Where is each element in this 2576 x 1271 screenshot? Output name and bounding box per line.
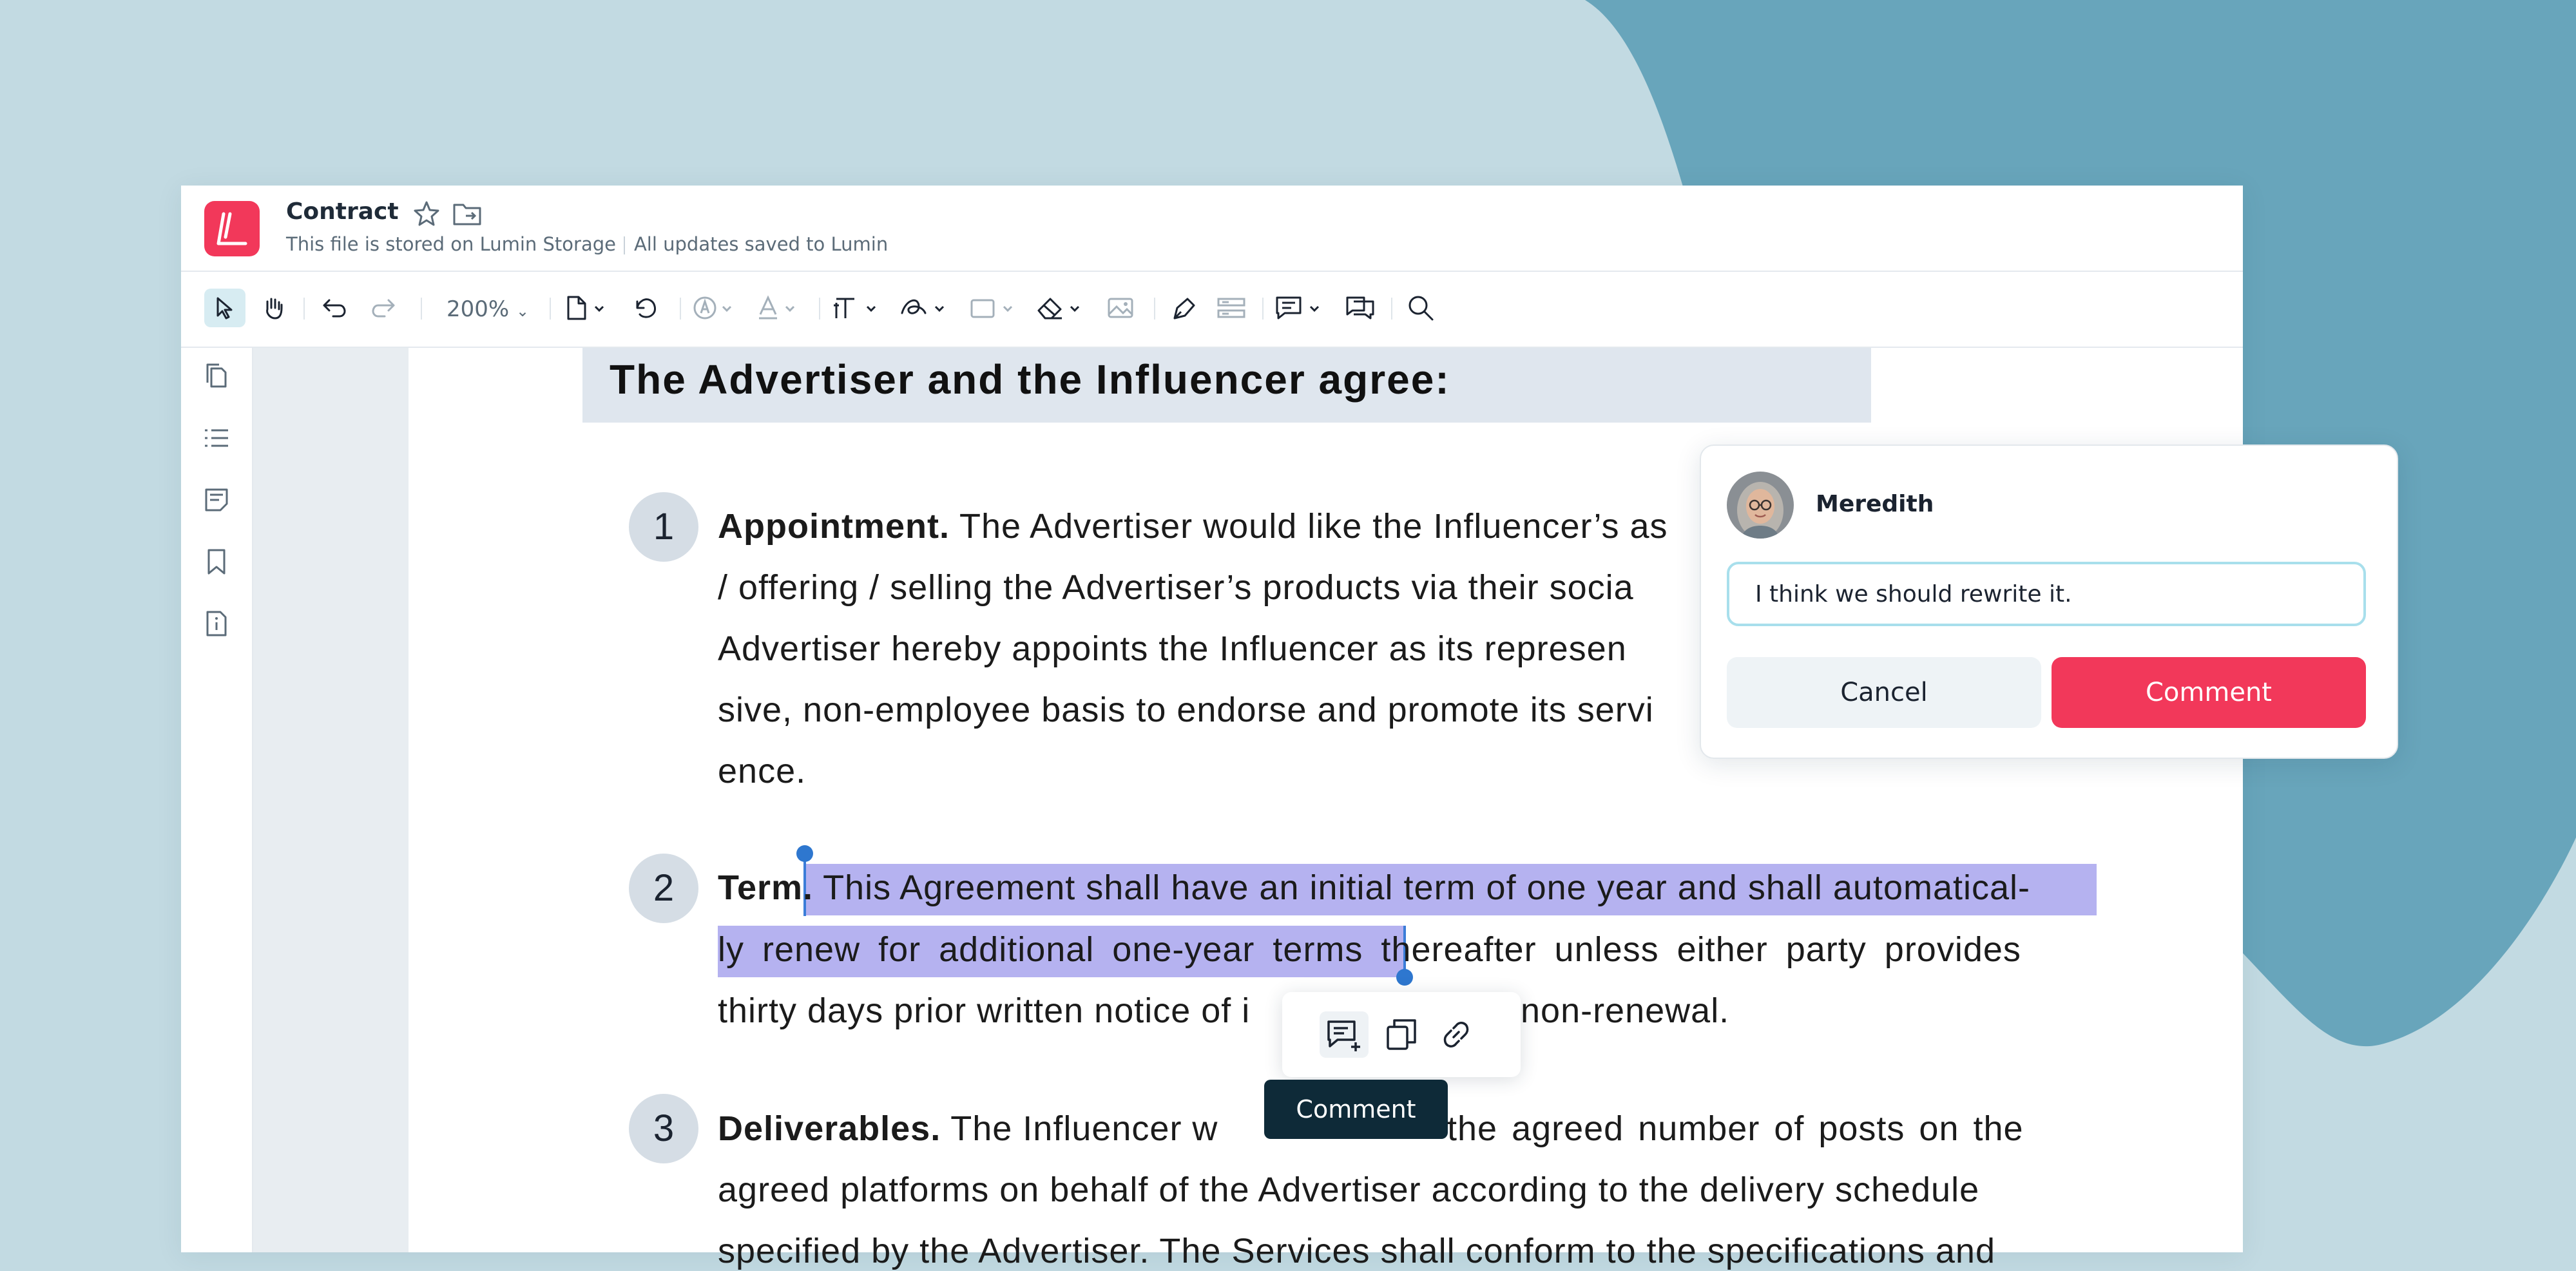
select-tool-icon[interactable] bbox=[204, 289, 245, 327]
clause-line: ly renew for additional one-year terms t… bbox=[718, 930, 2021, 969]
toolbar-divider bbox=[680, 298, 681, 320]
pages-icon[interactable] bbox=[202, 362, 231, 393]
left-sidebar bbox=[181, 348, 253, 1252]
toolbar-divider bbox=[1154, 298, 1155, 320]
star-icon[interactable] bbox=[411, 198, 442, 232]
clause-line: sive, non-employee basis to endorse and … bbox=[718, 691, 1654, 729]
shape-icon[interactable] bbox=[966, 289, 1028, 327]
clause-line: Term. This Agreement shall have an initi… bbox=[718, 868, 2030, 908]
user-avatar bbox=[1727, 472, 1794, 539]
comment-input[interactable] bbox=[1727, 562, 2366, 626]
rotate-icon[interactable] bbox=[626, 289, 664, 327]
undo-icon[interactable] bbox=[316, 289, 352, 327]
clause-line: agreed platforms on behalf of the Advert… bbox=[718, 1171, 1980, 1209]
text-tool-icon[interactable] bbox=[829, 289, 891, 327]
toolbar-divider bbox=[819, 298, 820, 320]
zoom-level[interactable]: 200% ⌄ bbox=[447, 296, 529, 322]
title-bar: Contract This file is stored on Lumin St… bbox=[181, 186, 2243, 272]
stamp-icon[interactable] bbox=[690, 289, 745, 327]
copy-icon[interactable] bbox=[1378, 1011, 1427, 1058]
hand-tool-icon[interactable] bbox=[256, 289, 292, 327]
clause-line: non-renewal. bbox=[1521, 991, 1730, 1030]
toolbar-divider bbox=[550, 298, 551, 320]
clause-line: Advertiser hereby appoints the Influence… bbox=[718, 629, 1627, 668]
file-status-line: This file is stored on Lumin Storage All … bbox=[286, 233, 888, 255]
bookmark-icon[interactable] bbox=[202, 548, 231, 578]
clause-heading: The Advertiser and the Influencer agree: bbox=[610, 356, 1450, 403]
save-status: All updates saved to Lumin bbox=[633, 233, 889, 255]
form-icon[interactable] bbox=[1212, 289, 1251, 327]
toolbar-divider bbox=[421, 298, 422, 320]
toolbar: 200% ⌄ bbox=[181, 272, 2243, 348]
clause-number: 3 bbox=[629, 1094, 698, 1163]
zoom-value: 200% bbox=[447, 296, 510, 322]
selection-end-handle[interactable] bbox=[1396, 969, 1413, 986]
clause-line: specified by the Advertiser. The Service… bbox=[718, 1232, 1995, 1270]
redo-icon[interactable] bbox=[365, 289, 401, 327]
clause-text: The Advertiser would like the Influencer… bbox=[949, 507, 1668, 546]
selection-popup bbox=[1282, 992, 1521, 1077]
outline-icon[interactable] bbox=[202, 424, 231, 455]
clause-line: thirty days prior written notice of i bbox=[718, 991, 1251, 1030]
comment-card: Meredith Cancel Comment bbox=[1700, 444, 2398, 759]
eraser-icon[interactable] bbox=[1033, 289, 1095, 327]
clause-title: Deliverables. bbox=[718, 1109, 941, 1148]
add-comment-icon[interactable] bbox=[1320, 1011, 1369, 1058]
toolbar-divider bbox=[303, 298, 305, 320]
lumin-logo-icon[interactable] bbox=[204, 201, 260, 256]
image-icon[interactable] bbox=[1101, 289, 1140, 327]
page-icon[interactable] bbox=[560, 289, 618, 327]
search-icon[interactable] bbox=[1401, 289, 1440, 327]
toolbar-divider bbox=[1391, 298, 1392, 320]
clause-line: / offering / selling the Advertiser’s pr… bbox=[718, 568, 1634, 607]
pen-icon[interactable] bbox=[1166, 289, 1204, 327]
file-info-icon[interactable] bbox=[202, 609, 231, 640]
clause-number: 1 bbox=[629, 492, 698, 562]
text-color-icon[interactable] bbox=[753, 289, 809, 327]
signature-icon[interactable] bbox=[898, 289, 959, 327]
clause-line: Appointment. The Advertiser would like t… bbox=[718, 506, 1668, 546]
toolbar-divider bbox=[1262, 298, 1264, 320]
add-comment-icon[interactable] bbox=[1273, 289, 1334, 327]
clause-line: the agreed number of posts on the bbox=[1447, 1109, 2024, 1148]
comments-icon[interactable] bbox=[1341, 289, 1379, 327]
clause-line: Deliverables. The Influencer w bbox=[718, 1109, 1218, 1149]
clause-text: This Agreement shall have an initial ter… bbox=[813, 868, 2031, 907]
comment-author: Meredith bbox=[1816, 491, 1934, 517]
chevron-down-icon: ⌄ bbox=[516, 302, 530, 320]
comment-submit-button[interactable]: Comment bbox=[2052, 657, 2366, 728]
clause-title: Appointment. bbox=[718, 507, 950, 546]
notes-icon[interactable] bbox=[202, 486, 231, 517]
document-title: Contract bbox=[286, 198, 399, 225]
clause-text: The Influencer w bbox=[941, 1109, 1218, 1148]
move-folder-icon[interactable] bbox=[452, 200, 483, 231]
clause-title: Term. bbox=[718, 868, 814, 907]
cancel-button[interactable]: Cancel bbox=[1727, 657, 2041, 728]
comment-tooltip: Comment bbox=[1264, 1080, 1448, 1139]
clause-number: 2 bbox=[629, 854, 698, 923]
link-icon[interactable] bbox=[1432, 1011, 1481, 1058]
clause-line: ence. bbox=[718, 752, 807, 790]
storage-note: This file is stored on Lumin Storage bbox=[286, 233, 616, 255]
selection-start-handle[interactable] bbox=[796, 845, 813, 862]
